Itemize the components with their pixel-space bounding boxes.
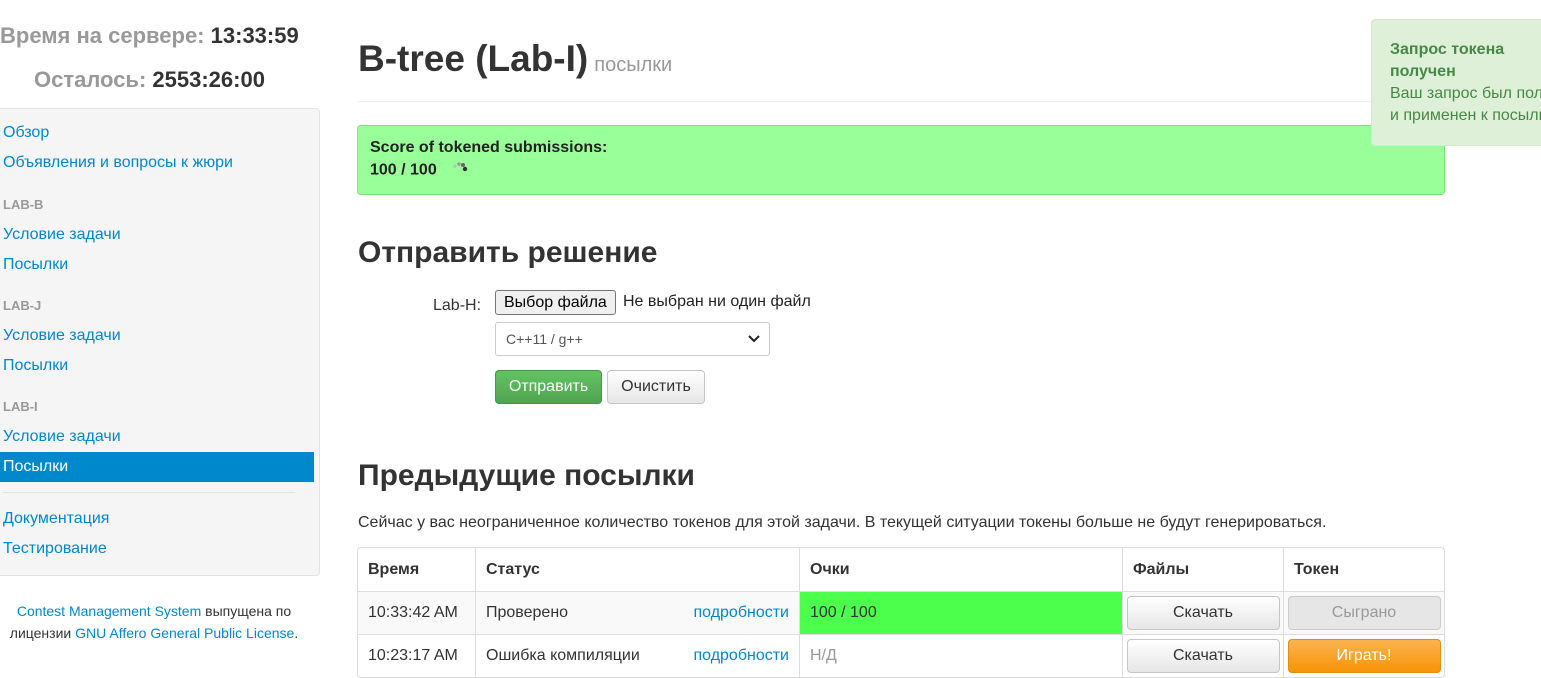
submissions-table: Время Статус Очки Файлы Токен 10:33:42 A… xyxy=(357,547,1445,678)
submission-time: 10:33:42 AM xyxy=(358,591,475,634)
nav-item-documentation[interactable]: Документация xyxy=(0,504,314,534)
nav-overview-link[interactable]: Обзор xyxy=(3,124,49,141)
nav-lab-i-submissions-link[interactable]: Посылки xyxy=(3,458,68,475)
page-title: B-tree (Lab-I) посылки xyxy=(358,38,672,80)
server-time-value: 13:33:59 xyxy=(210,23,299,48)
submission-files: Скачать xyxy=(1122,591,1283,634)
cms-link[interactable]: Contest Management System xyxy=(17,603,201,619)
page-title-text: B-tree (Lab-I) xyxy=(358,38,589,79)
submission-score: 100 / 100 xyxy=(799,591,1122,634)
submit-heading: Отправить решение xyxy=(358,236,658,269)
submission-status: Проверено подробности xyxy=(475,591,799,634)
footer-text-2: . xyxy=(294,625,299,641)
column-header-score: Очки xyxy=(799,548,1122,591)
submission-token: Играть! xyxy=(1283,634,1444,677)
nav-item-lab-i-submissions[interactable]: Посылки xyxy=(0,452,314,482)
previous-submissions-heading: Предыдущие посылки xyxy=(358,459,695,492)
nav-lab-b-statement-link[interactable]: Условие задачи xyxy=(3,226,121,243)
remaining-time-value: 2553:26:00 xyxy=(152,67,265,92)
nav-menu: Обзор Объявления и вопросы к жюри LAB-B … xyxy=(0,108,320,576)
submission-status: Ошибка компиляции подробности xyxy=(475,634,799,677)
nav-header-lab-b: LAB-B xyxy=(3,197,44,212)
license-link[interactable]: GNU Affero General Public License xyxy=(75,625,294,641)
submission-time: 10:23:17 AM xyxy=(358,634,475,677)
table-header-row: Время Статус Очки Файлы Токен xyxy=(358,548,1444,591)
details-link[interactable]: подробности xyxy=(693,647,789,665)
notification-line-2: и применен к посылке. xyxy=(1390,107,1541,124)
notification-line-1: Ваш запрос был получен xyxy=(1390,85,1541,102)
submission-files: Скачать xyxy=(1122,634,1283,677)
play-token-button[interactable]: Играть! xyxy=(1287,639,1441,673)
column-header-time: Время xyxy=(368,560,420,578)
token-info-text: Сейчас у вас неограниченное количество т… xyxy=(358,514,1327,531)
column-header-status: Статус xyxy=(475,548,799,591)
table-row: 10:33:42 AM Проверено подробности 100 / … xyxy=(358,591,1444,634)
nav-item-announcements[interactable]: Объявления и вопросы к жюри xyxy=(0,148,314,178)
page-subtitle: посылки xyxy=(594,54,673,76)
submission-status-text: Проверено xyxy=(486,604,569,621)
sidebar: Время на сервере: 13:33:59 Осталось: 255… xyxy=(0,0,320,673)
clear-button[interactable]: Очистить xyxy=(607,370,705,404)
nav-item-lab-b-submissions[interactable]: Посылки xyxy=(0,250,314,280)
nav-lab-b-submissions-link[interactable]: Посылки xyxy=(3,256,68,273)
table-row: 10:23:17 AM Ошибка компиляции подробност… xyxy=(358,634,1444,677)
submission-token: Сыграно xyxy=(1283,591,1444,634)
language-select-value: C++11 / g++ xyxy=(506,331,583,347)
nav-lab-i-statement-link[interactable]: Условие задачи xyxy=(3,428,121,445)
nav-item-testing[interactable]: Тестирование xyxy=(0,534,314,564)
nav-header-lab-j: LAB-J xyxy=(3,298,42,313)
details-link[interactable]: подробности xyxy=(693,604,789,622)
tokened-score-box: Score of tokened submissions: 100 / 100 xyxy=(357,125,1445,195)
download-button[interactable]: Скачать xyxy=(1126,639,1280,673)
send-button[interactable]: Отправить xyxy=(495,370,602,404)
language-select[interactable]: C++11 / g++ xyxy=(495,322,770,356)
nav-header-lab-i: LAB-I xyxy=(3,399,38,414)
nav-item-lab-j-submissions[interactable]: Посылки xyxy=(0,351,314,381)
nav-item-overview[interactable]: Обзор xyxy=(0,118,314,148)
token-notification[interactable]: Запрос токена получен Ваш запрос был пол… xyxy=(1371,19,1541,146)
server-time: Время на сервере: 13:33:59 xyxy=(0,23,299,49)
file-status-text: Не выбран ни один файл xyxy=(623,293,811,310)
score-line: 100 / 100 xyxy=(370,160,1432,181)
nav-announcements-link[interactable]: Объявления и вопросы к жюри xyxy=(3,154,233,171)
remaining-time: Осталось: 2553:26:00 xyxy=(34,67,265,93)
nav-lab-j-statement-link[interactable]: Условие задачи xyxy=(3,327,121,344)
nav-item-lab-i-statement[interactable]: Условие задачи xyxy=(0,422,314,452)
submission-status-text: Ошибка компиляции xyxy=(486,647,640,664)
score-label: Score of tokened submissions: xyxy=(370,139,608,156)
nav-item-lab-j-statement[interactable]: Условие задачи xyxy=(0,321,314,351)
column-header-token: Токен xyxy=(1283,548,1444,591)
file-field-label: Lab-H: xyxy=(433,297,482,314)
submission-score: Н/Д xyxy=(799,634,1122,677)
server-time-label: Время на сервере: xyxy=(0,23,205,48)
nav-lab-j-submissions-link[interactable]: Посылки xyxy=(3,357,68,374)
notification-title: Запрос токена получен xyxy=(1390,41,1505,80)
download-button[interactable]: Скачать xyxy=(1126,596,1280,630)
choose-file-button[interactable]: Выбор файла xyxy=(495,290,616,315)
chevron-down-icon xyxy=(747,323,761,355)
nav-testing-link[interactable]: Тестирование xyxy=(3,540,107,557)
nav-item-lab-b-statement[interactable]: Условие задачи xyxy=(0,220,314,250)
title-divider xyxy=(358,101,1445,102)
nav-documentation-link[interactable]: Документация xyxy=(3,510,109,527)
loading-spinner-icon xyxy=(451,160,471,181)
nav-divider xyxy=(3,492,295,493)
column-header-files: Файлы xyxy=(1122,548,1283,591)
score-value: 100 / 100 xyxy=(370,161,437,179)
remaining-time-label: Осталось: xyxy=(34,67,147,92)
footer: Contest Management System выпущена по ли… xyxy=(0,600,308,644)
token-played-button: Сыграно xyxy=(1287,596,1441,630)
